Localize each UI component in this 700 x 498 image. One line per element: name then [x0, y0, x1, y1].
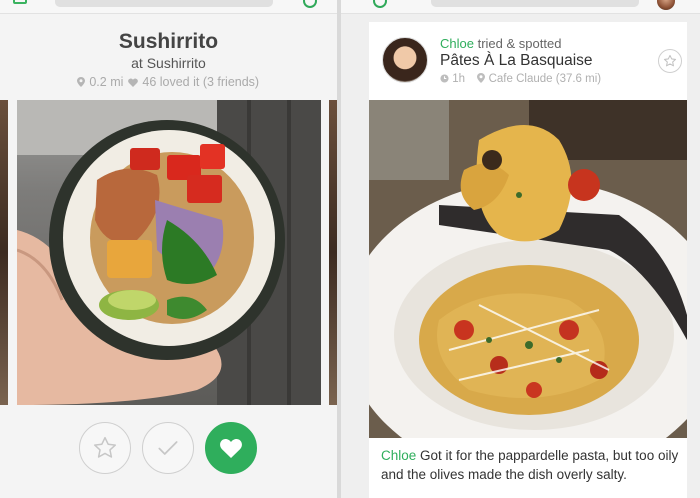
pin-icon — [477, 73, 486, 83]
next-card-peek[interactable] — [329, 100, 337, 405]
post-action: tried & spotted — [477, 36, 562, 51]
right-screen: Chloe tried & spotted Pâtes À La Basquai… — [341, 0, 700, 498]
search-bar[interactable] — [431, 0, 639, 7]
heart-icon — [128, 78, 138, 87]
favorite-button[interactable] — [658, 49, 682, 73]
place-meta: 0.2 mi 46 loved it (3 friends) — [0, 75, 337, 89]
post-header: Chloe tried & spotted — [440, 36, 561, 51]
top-bar — [341, 0, 700, 14]
check-button[interactable] — [142, 422, 194, 474]
star-icon — [663, 54, 677, 67]
pin-icon — [76, 77, 85, 87]
search-bar[interactable] — [55, 0, 273, 7]
post-time: 1h — [452, 73, 465, 85]
username-link[interactable]: Chloe — [440, 36, 474, 51]
profile-avatar[interactable] — [657, 0, 675, 10]
pasta-image — [369, 100, 687, 438]
comment-text: Got it for the pappardelle pasta, but to… — [381, 448, 679, 482]
star-icon — [93, 436, 117, 458]
distance-text: 0.2 mi — [89, 75, 124, 89]
profile-icon[interactable] — [303, 0, 317, 8]
post-card: Chloe tried & spotted Pâtes À La Basquai… — [369, 22, 687, 498]
post-meta: 1h Cafe Claude (37.6 mi) — [440, 73, 601, 85]
food-photo[interactable] — [369, 100, 687, 438]
top-bar — [0, 0, 337, 14]
star-button[interactable] — [79, 422, 131, 474]
post-location[interactable]: Cafe Claude (37.6 mi) — [489, 73, 602, 85]
burrito-image — [17, 100, 321, 405]
post-comment: Chloe Got it for the pappardelle pasta, … — [381, 446, 681, 484]
dish-title[interactable]: Pâtes À La Basquaise — [440, 52, 593, 70]
left-screen: Sushirrito at Sushirrito 0.2 mi 46 loved… — [0, 0, 337, 498]
love-button[interactable] — [205, 422, 257, 474]
comment-username[interactable]: Chloe — [381, 448, 416, 463]
prev-card-peek[interactable] — [0, 100, 8, 405]
food-photo[interactable] — [17, 100, 321, 405]
compose-icon[interactable] — [13, 0, 27, 4]
check-icon — [158, 441, 178, 455]
user-avatar[interactable] — [382, 37, 428, 83]
loved-count: 46 loved it (3 friends) — [142, 75, 260, 89]
menu-icon[interactable] — [373, 0, 387, 8]
heart-icon — [220, 439, 242, 458]
clock-icon — [440, 74, 449, 83]
place-subtitle: at Sushirrito — [131, 55, 206, 71]
place-title[interactable]: Sushirrito — [0, 30, 337, 54]
